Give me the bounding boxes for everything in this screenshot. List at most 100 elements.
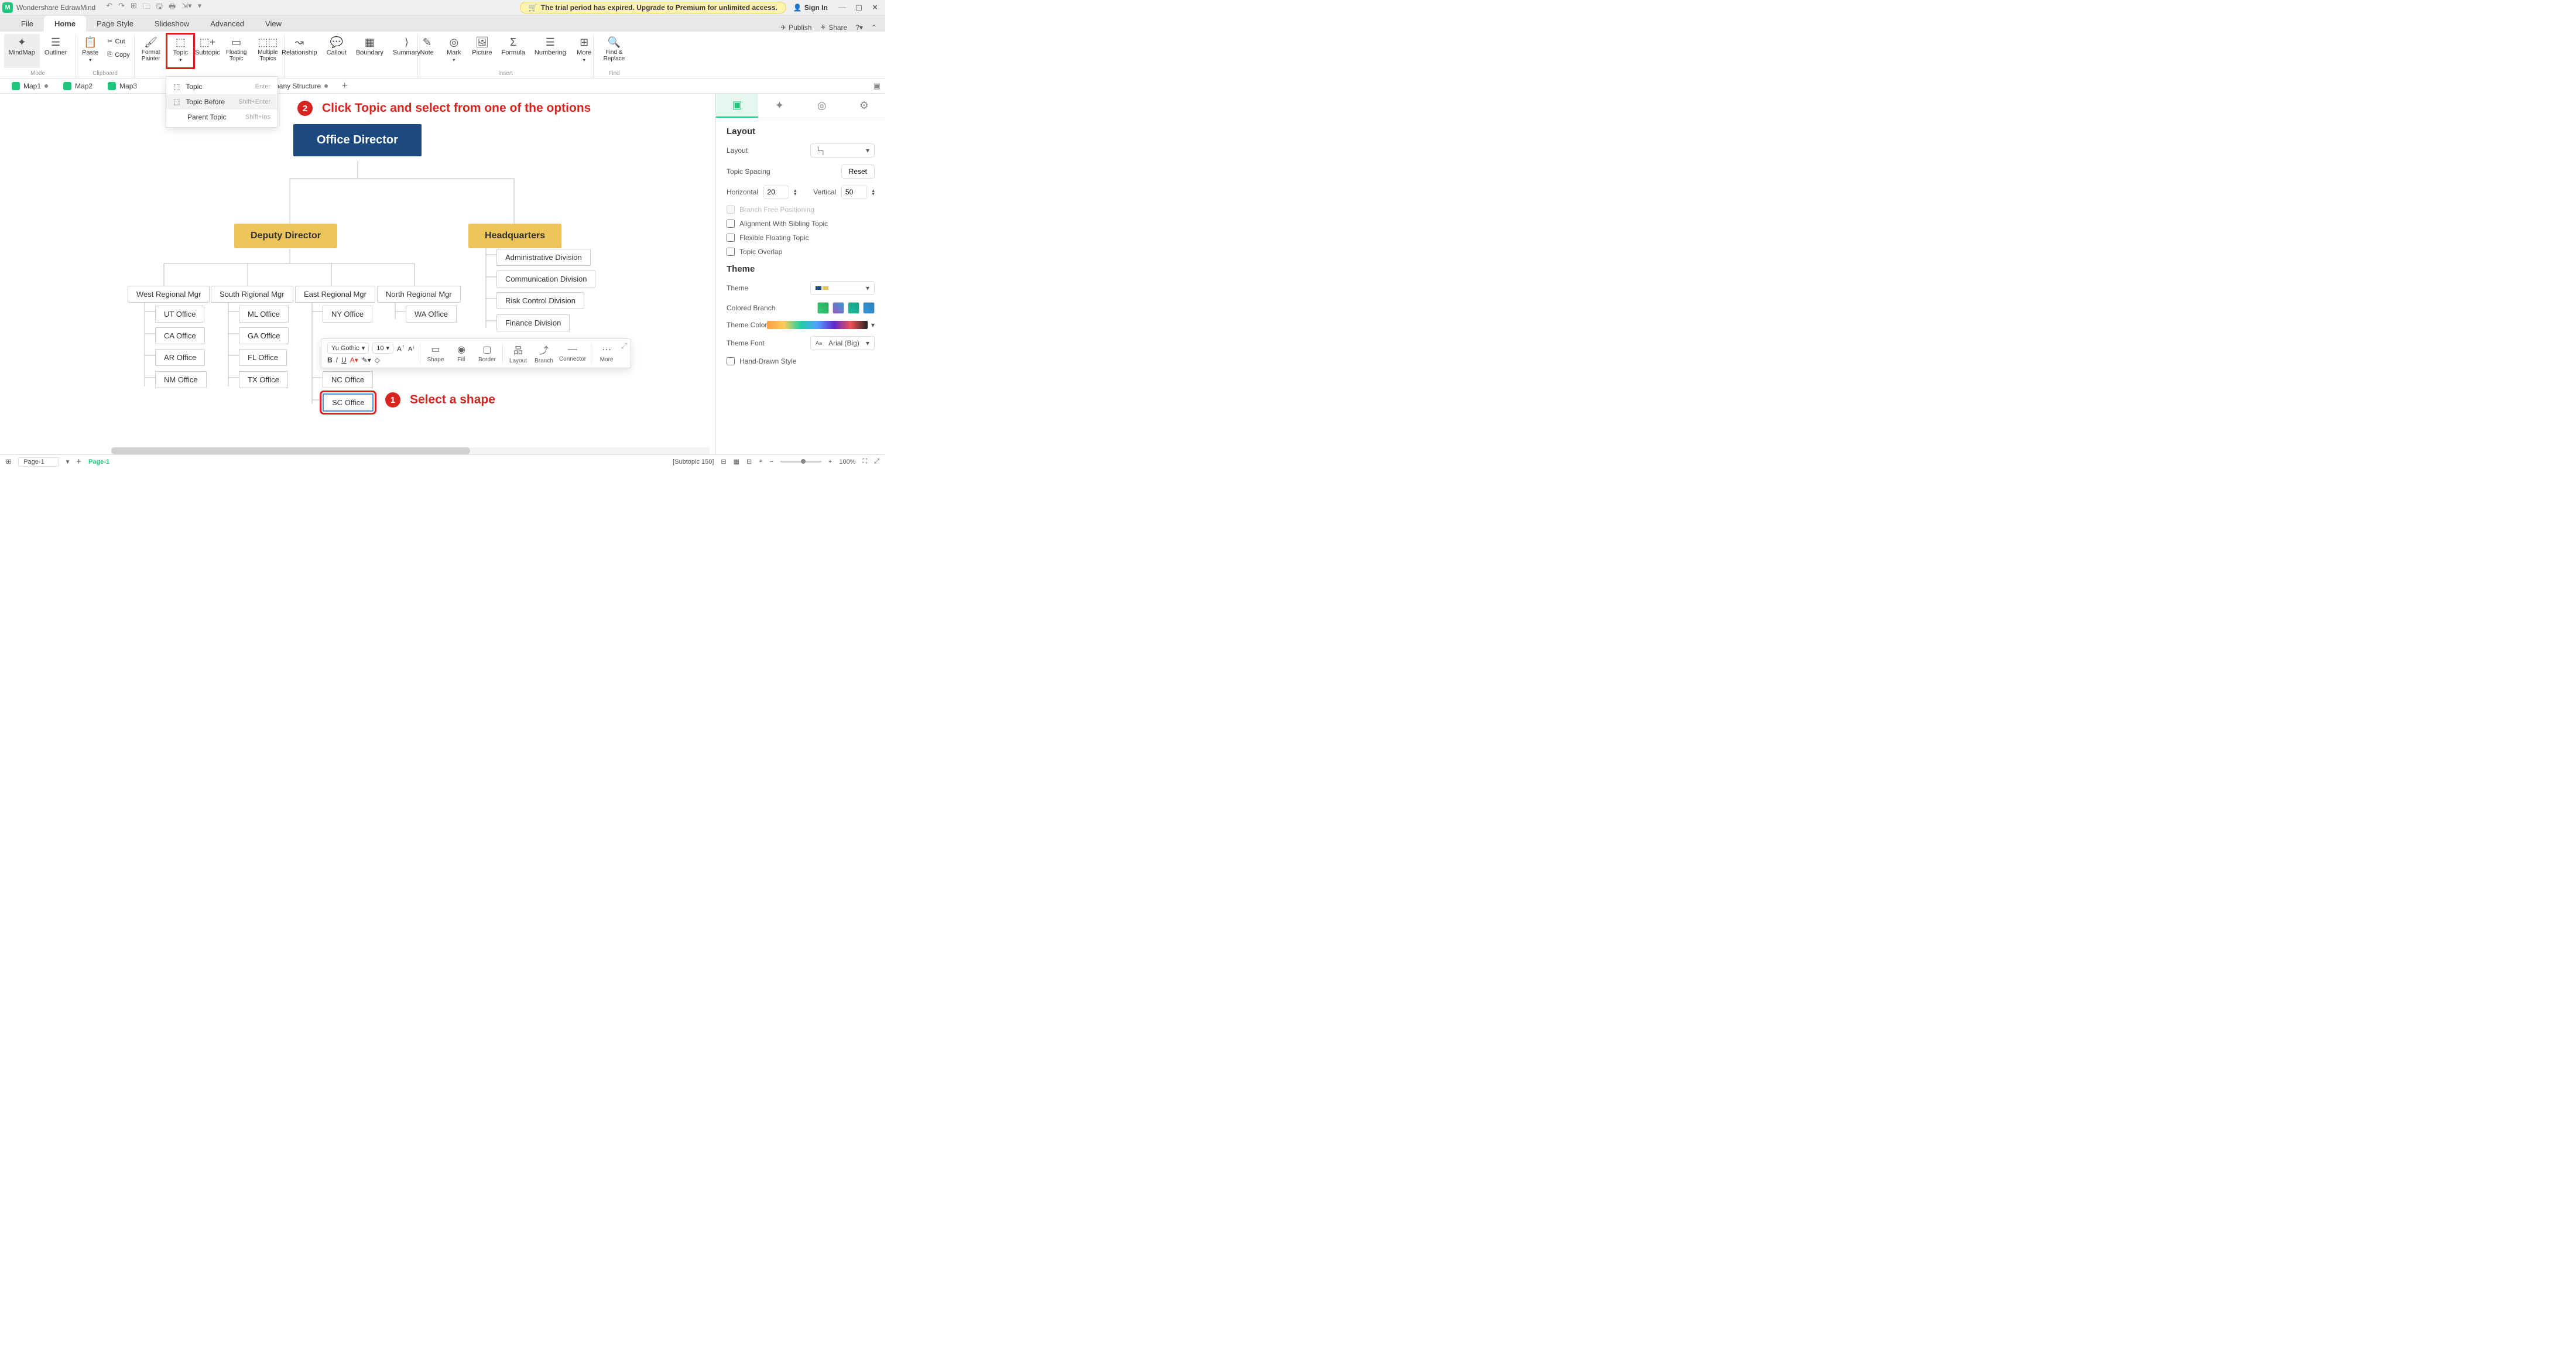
save-icon[interactable]: 🖫 [156, 1, 163, 14]
node-west[interactable]: West Regional Mgr [128, 286, 210, 303]
overlap-check[interactable]: Topic Overlap [727, 248, 875, 256]
underline-button[interactable]: U [341, 356, 347, 364]
page-selector[interactable]: Page-1 [18, 457, 59, 467]
grow-font-icon[interactable]: A↑ [397, 344, 405, 353]
find-replace-button[interactable]: 🔍Find & Replace [594, 34, 635, 68]
format-painter-button[interactable]: 🖌Format Painter [135, 34, 167, 68]
node-fin[interactable]: Finance Division [496, 314, 570, 331]
node-comm[interactable]: Communication Division [496, 270, 595, 287]
mindmap-button[interactable]: ✦MindMap [4, 34, 40, 68]
font-size-select[interactable]: 10 ▾ [372, 343, 393, 354]
node-admin[interactable]: Administrative Division [496, 249, 591, 266]
page-dropdown-icon[interactable]: ▾ [66, 458, 70, 465]
swatch-4[interactable] [863, 302, 875, 314]
outliner-button[interactable]: ☰Outliner [40, 34, 72, 68]
menu-file[interactable]: File [11, 16, 44, 32]
shape-button[interactable]: ▭Shape [425, 344, 446, 363]
zoom-level[interactable]: 100% [839, 458, 855, 465]
connector-button[interactable]: —Connector [559, 344, 586, 362]
fit-page-icon[interactable]: ⛶ [862, 458, 867, 465]
menu-home[interactable]: Home [44, 16, 86, 32]
rtab-style[interactable]: ✦ [758, 94, 800, 118]
shrink-font-icon[interactable]: A↓ [408, 344, 415, 353]
maximize-icon[interactable]: ▢ [855, 3, 862, 12]
node-sc-selected[interactable]: SC Office [323, 393, 374, 412]
formula-button[interactable]: ΣFormula [497, 34, 530, 68]
collapse-ribbon-icon[interactable]: ⌃ [871, 23, 877, 32]
publish-button[interactable]: ✈Publish [780, 23, 811, 32]
zoom-slider[interactable] [780, 461, 821, 463]
trial-banner[interactable]: 🛒 The trial period has expired. Upgrade … [520, 2, 786, 13]
print-icon[interactable]: 🖶 [169, 1, 176, 14]
callout-button[interactable]: 💬Callout [322, 34, 351, 68]
mark-button[interactable]: ◎Mark▾ [440, 34, 467, 68]
border-button[interactable]: ▢Border [477, 344, 498, 363]
clear-format-button[interactable]: ◇ [375, 356, 380, 364]
hand-drawn-check[interactable]: Hand-Drawn Style [727, 357, 875, 365]
font-color-button[interactable]: A▾ [350, 356, 358, 364]
dd-parent-topic[interactable]: Parent TopicShift+Ins [166, 109, 278, 125]
fullscreen-icon[interactable]: ⤢ [874, 458, 879, 465]
picture-button[interactable]: 🖼Picture [467, 34, 496, 68]
theme-color-strip[interactable] [767, 321, 868, 329]
signin-button[interactable]: 👤 Sign In [793, 4, 828, 12]
more-format-button[interactable]: ⋯More [596, 344, 617, 363]
layout-select[interactable]: └┐▾ [810, 143, 875, 157]
copy-button[interactable]: ⎘Copy [104, 50, 133, 60]
node-director[interactable]: Office Director [293, 124, 422, 156]
node-ga[interactable]: GA Office [239, 327, 289, 344]
h-stepper-icon[interactable]: ▴▾ [794, 189, 797, 196]
help-icon[interactable]: ?▾ [855, 23, 863, 32]
node-risk[interactable]: Risk Control Division [496, 292, 584, 309]
menu-pagestyle[interactable]: Page Style [86, 16, 144, 32]
layout-button[interactable]: 品Layout [508, 343, 529, 364]
theme-select[interactable]: ▾ [810, 281, 875, 295]
rtab-settings[interactable]: ⚙ [843, 94, 885, 118]
canvas[interactable]: Office Director Deputy Director Headquar… [0, 94, 715, 454]
swatch-2[interactable] [833, 302, 844, 314]
boundary-button[interactable]: ▦Boundary [351, 34, 388, 68]
align-sibling-check[interactable]: Alignment With Sibling Topic [727, 220, 875, 228]
swatch-3[interactable] [848, 302, 859, 314]
node-south[interactable]: South Rigional Mgr [211, 286, 293, 303]
topic-button[interactable]: ⬚Topic▾ [167, 34, 194, 68]
h-scrollbar[interactable] [111, 447, 710, 454]
vertical-input[interactable] [841, 186, 867, 198]
cut-button[interactable]: ✂Cut [104, 36, 133, 46]
dd-topic[interactable]: ⬚TopicEnter [166, 79, 278, 94]
panel-toggle-icon[interactable]: ▣ [873, 81, 885, 91]
zoom-in-button[interactable]: + [828, 458, 832, 465]
node-ar[interactable]: AR Office [155, 349, 205, 366]
node-ny[interactable]: NY Office [323, 306, 372, 323]
branch-free-check[interactable]: Branch Free Positioning [727, 206, 875, 214]
floating-topic-button[interactable]: ▭Floating Topic [221, 34, 252, 68]
doctab-map2[interactable]: Map2 [57, 80, 98, 92]
node-ca[interactable]: CA Office [155, 327, 205, 344]
color-dropdown-icon[interactable]: ▾ [871, 321, 875, 329]
node-hq[interactable]: Headquarters [468, 224, 561, 248]
italic-button[interactable]: I [336, 356, 338, 364]
horizontal-input[interactable] [763, 186, 789, 198]
doctab-map1[interactable]: Map1 [6, 80, 54, 92]
subtopic-button[interactable]: ⬚+Subtopic [194, 34, 221, 68]
new-icon[interactable]: ⊞ [131, 1, 137, 14]
export-icon[interactable]: ⇲▾ [181, 1, 191, 14]
node-wa[interactable]: WA Office [406, 306, 457, 323]
more-qat-icon[interactable]: ▾ [198, 1, 202, 14]
node-ut[interactable]: UT Office [155, 306, 204, 323]
highlight-button[interactable]: ✎▾ [362, 356, 371, 364]
doctab-structure[interactable]: pany Structure [269, 80, 334, 92]
theme-font-select[interactable]: Aa Arial (Big)▾ [810, 336, 875, 350]
rtab-mark[interactable]: ◎ [801, 94, 843, 118]
redo-icon[interactable]: ↷ [118, 1, 125, 14]
fill-button[interactable]: ◉Fill [451, 344, 472, 363]
menu-view[interactable]: View [255, 16, 292, 32]
sb-icon-4[interactable]: ⌖ [759, 458, 762, 465]
menu-slideshow[interactable]: Slideshow [144, 16, 200, 32]
add-tab-button[interactable]: + [337, 81, 352, 91]
share-button[interactable]: ⚘Share [820, 23, 847, 32]
node-deputy[interactable]: Deputy Director [234, 224, 337, 248]
node-fl[interactable]: FL Office [239, 349, 287, 366]
close-icon[interactable]: ✕ [872, 3, 878, 12]
rtab-layout[interactable]: ▣ [716, 94, 758, 118]
